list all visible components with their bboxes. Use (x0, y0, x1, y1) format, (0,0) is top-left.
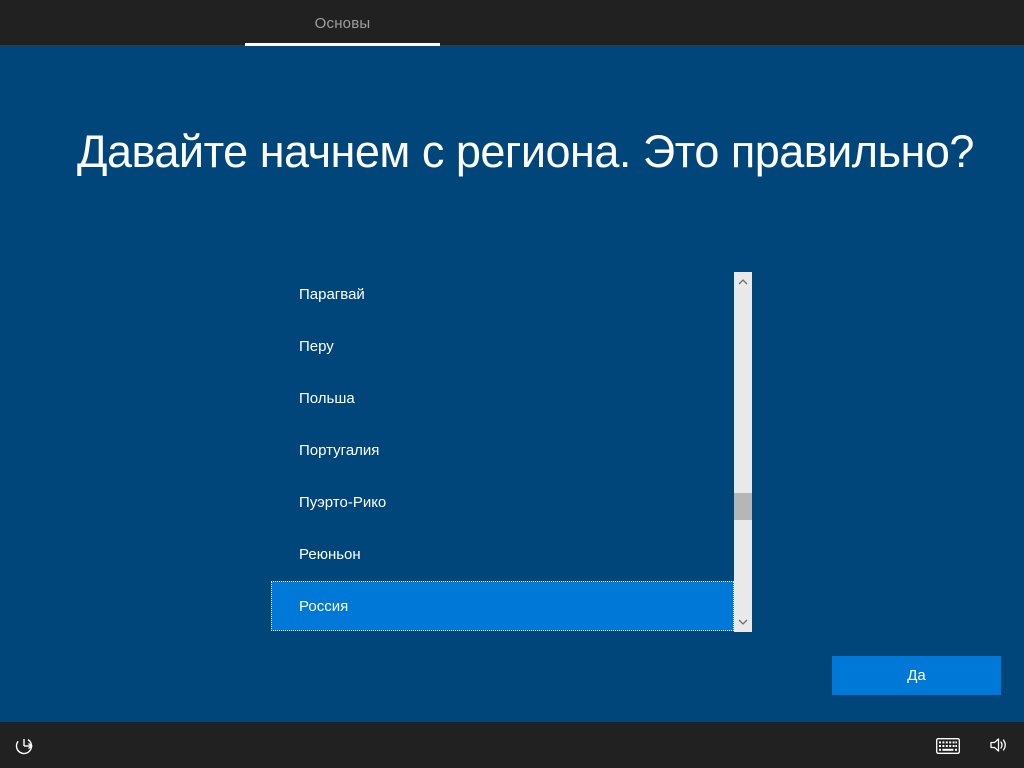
keyboard-button[interactable] (935, 737, 961, 755)
region-list-item-label: Польша (299, 390, 355, 407)
scroll-up-button[interactable] (734, 274, 752, 290)
scroll-down-button[interactable] (734, 614, 752, 630)
region-list-item-label: Португалия (299, 442, 379, 459)
region-list: Парагвай Перу Польша Португалия Пуэрто-Рико Р… (271, 268, 734, 632)
region-list-item-label: Пуэрто-Рико (299, 494, 386, 511)
active-tab-underline (245, 43, 440, 46)
region-list-item-label: Россия (299, 598, 348, 615)
bottom-bar (0, 722, 1024, 768)
ease-of-access-button[interactable] (12, 734, 36, 758)
yes-button-label: Да (907, 667, 926, 684)
region-list-item[interactable]: Реюньон (271, 528, 734, 580)
keyboard-icon (936, 738, 960, 754)
region-list-scrollbar[interactable] (734, 272, 752, 632)
region-list-item-label: Перу (299, 338, 334, 355)
yes-button[interactable]: Да (832, 656, 1001, 695)
chevron-down-icon (738, 619, 748, 625)
region-list-item[interactable]: Португалия (271, 424, 734, 476)
ease-of-access-icon (13, 735, 35, 757)
region-list-item[interactable]: Перу (271, 320, 734, 372)
region-list-item-label: Парагвай (299, 286, 365, 303)
region-list-item[interactable]: Польша (271, 372, 734, 424)
chevron-up-icon (738, 279, 748, 285)
volume-icon (988, 735, 1008, 755)
region-list-item[interactable]: Пуэрто-Рико (271, 476, 734, 528)
region-list-item-label: Реюньон (299, 546, 361, 563)
region-list-item[interactable]: Россия (271, 581, 734, 631)
scrollbar-thumb[interactable] (734, 493, 752, 520)
tab-basics[interactable]: Основы (245, 0, 440, 46)
tab-basics-label: Основы (315, 15, 371, 32)
top-bar: Основы (0, 0, 1024, 46)
region-list-item[interactable]: Парагвай (271, 268, 734, 320)
page-title: Давайте начнем с региона. Это правильно? (77, 126, 977, 178)
volume-button[interactable] (987, 734, 1009, 756)
